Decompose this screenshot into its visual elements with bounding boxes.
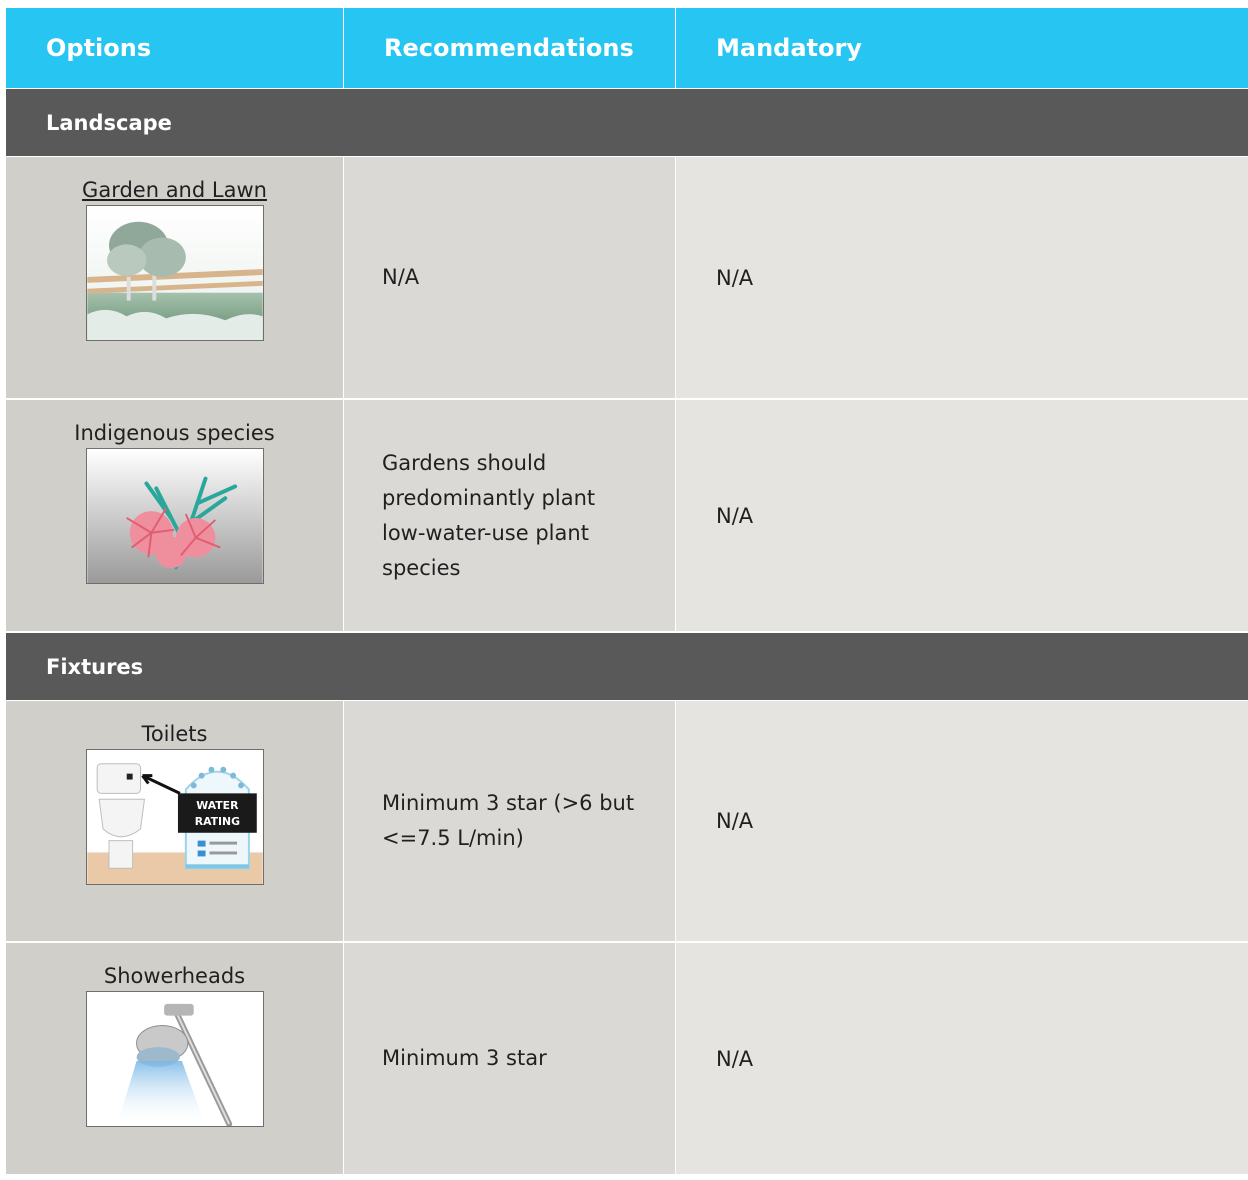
recommendation-cell: Minimum 3 star (>6 but <=7.5 L/min) (344, 701, 676, 941)
option-cell: Garden and Lawn (6, 157, 344, 398)
badge-rating: RATING (194, 815, 239, 828)
table-row: Toilets WATER RATING Minimum 3 star (>6 … (6, 701, 1248, 943)
option-label: Indigenous species (74, 421, 275, 445)
section-landscape: Landscape (6, 89, 1248, 157)
section-fixtures: Fixtures (6, 633, 1248, 701)
mandatory-cell: N/A (676, 701, 1248, 941)
option-label: Showerheads (103, 964, 246, 988)
option-cell: Showerheads (6, 943, 344, 1174)
water-efficiency-table: Options Recommendations Mandatory Landsc… (6, 8, 1248, 1174)
table-row: Garden and Lawn N/A N/A (6, 157, 1248, 400)
option-label: Toilets (141, 722, 208, 746)
recommendation-cell: Minimum 3 star (344, 943, 676, 1174)
table-header: Options Recommendations Mandatory (6, 8, 1248, 89)
header-mandatory: Mandatory (716, 34, 862, 62)
garden-lawn-icon (85, 205, 264, 341)
showerhead-icon (85, 991, 264, 1127)
mandatory-cell: N/A (676, 400, 1248, 631)
header-recommendations: Recommendations (344, 8, 676, 88)
table-row: Showerheads Minimum 3 star N/A (6, 943, 1248, 1174)
toilet-icon: WATER RATING (85, 749, 264, 885)
option-cell: Toilets WATER RATING (6, 701, 344, 941)
mandatory-cell: N/A (676, 157, 1248, 398)
recommendation-cell: Gardens should predominantly plant low-w… (344, 400, 676, 631)
flower-icon (85, 448, 264, 584)
badge-water: WATER (196, 799, 239, 812)
option-label: Garden and Lawn (82, 178, 267, 202)
mandatory-cell: N/A (676, 943, 1248, 1174)
recommendation-cell: N/A (344, 157, 676, 398)
table-row: Indigenous species Gardens should predom… (6, 400, 1248, 633)
header-options: Options (6, 8, 344, 88)
option-cell: Indigenous species (6, 400, 344, 631)
